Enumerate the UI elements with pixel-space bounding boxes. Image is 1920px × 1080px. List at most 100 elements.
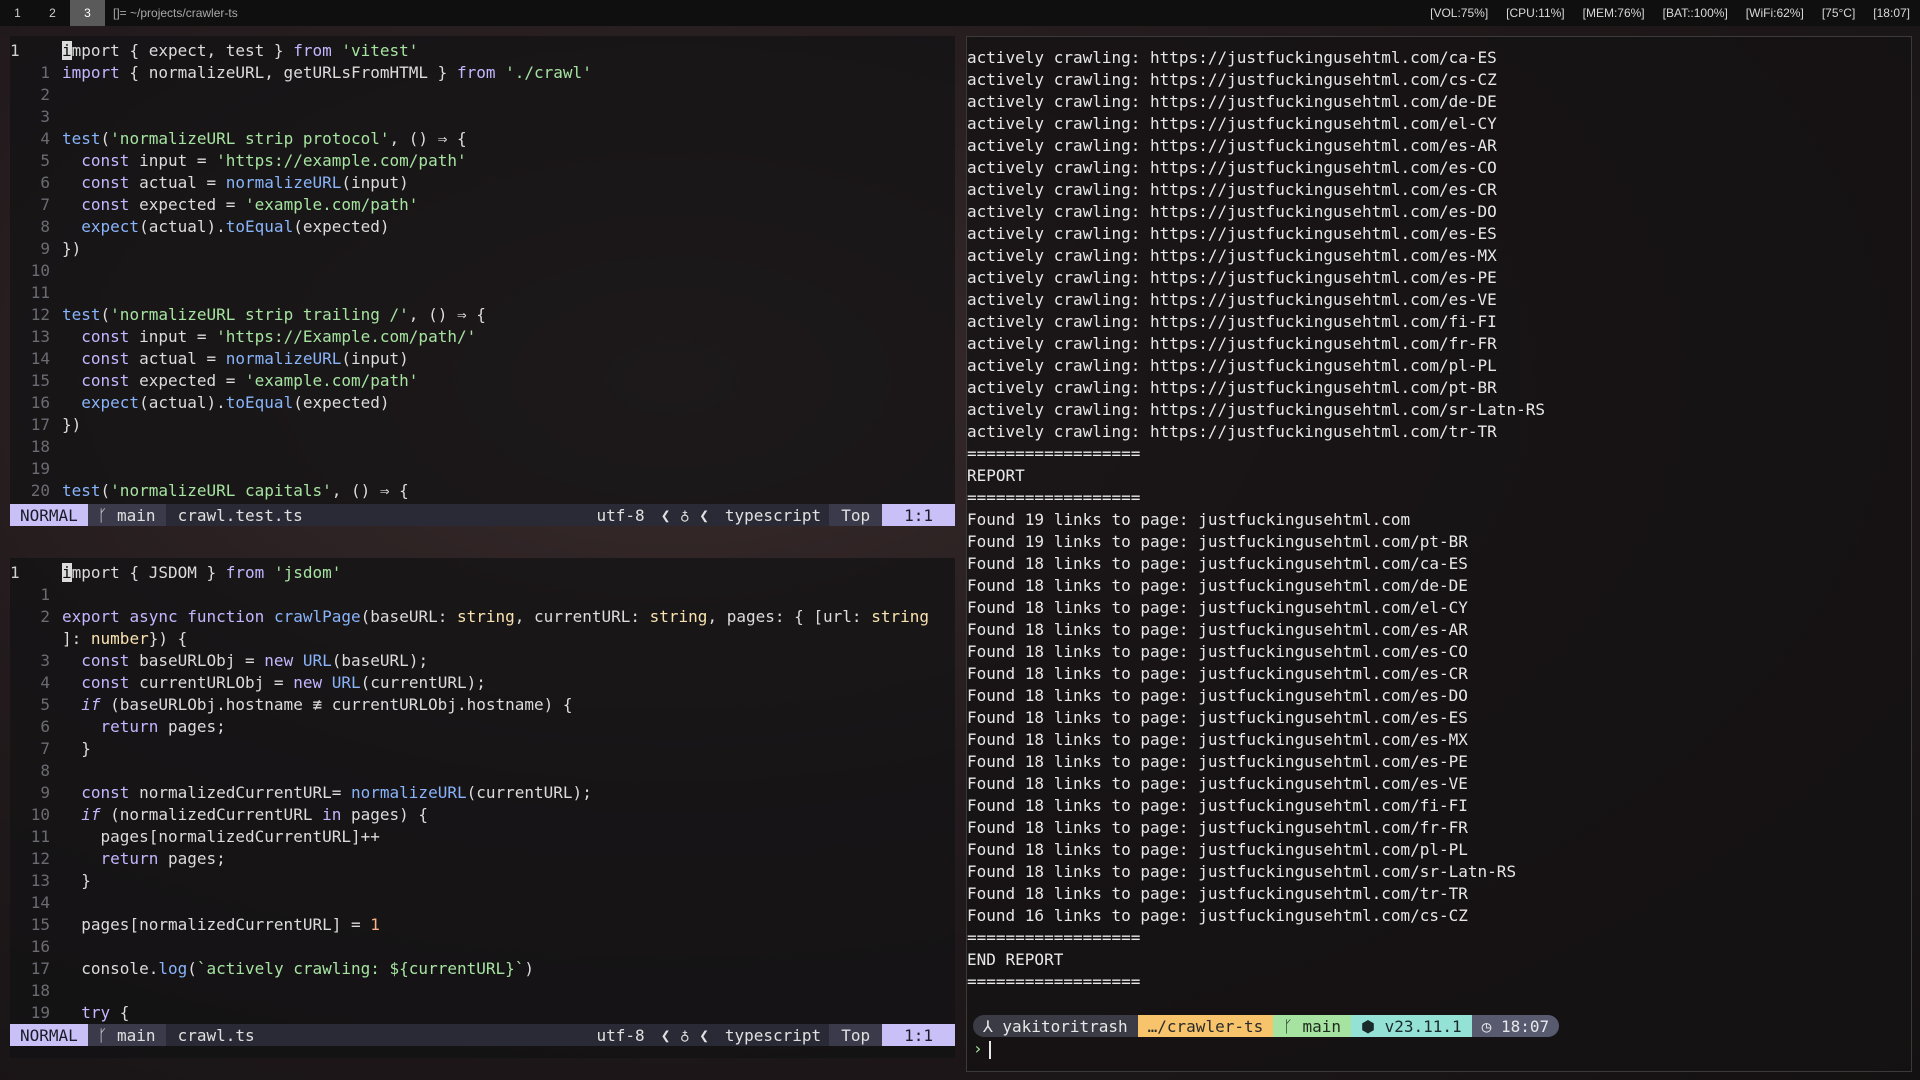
code-line[interactable]: 10 [10, 260, 955, 282]
terminal-line: Found 18 links to page: justfuckinguseht… [967, 620, 1468, 639]
code-line[interactable]: 18 [10, 436, 955, 458]
node-version: v23.11.1 [1384, 1016, 1462, 1036]
code-line[interactable]: 1 import { normalizeURL, getURLsFromHTML … [10, 62, 955, 84]
line-number: 10 [30, 261, 50, 280]
code-line[interactable]: 12 test('normalizeURL strip trailing /', … [10, 304, 955, 326]
code-line[interactable]: 4 test('normalizeURL strip protocol', () … [10, 128, 955, 150]
code-line[interactable]: 16 [10, 936, 955, 958]
branch-icon: ᚴ [1283, 1016, 1303, 1036]
code-area[interactable]: 1 import { JSDOM } from 'jsdom' 1 2 export a… [10, 562, 955, 1024]
terminal-line: actively crawling: https://justfuckingus… [967, 400, 1545, 419]
code-line[interactable]: 2 [10, 84, 955, 106]
code-line[interactable]: 7 } [10, 738, 955, 760]
terminal-line: actively crawling: https://justfuckingus… [967, 92, 1497, 111]
terminal-line: Found 18 links to page: justfuckinguseht… [967, 686, 1468, 705]
code-text: } [62, 739, 91, 758]
code-line[interactable]: 11 [10, 282, 955, 304]
filetype: typescript [724, 1025, 822, 1045]
terminal-line: actively crawling: https://justfuckingus… [967, 158, 1497, 177]
cursor-position: 1:1 [882, 1024, 955, 1046]
code-line[interactable]: 6 const actual = normalizeURL(input) [10, 172, 955, 194]
code-line[interactable]: 15 pages[normalizedCurrentURL] = 1 [10, 914, 955, 936]
code-line[interactable]: 18 [10, 980, 955, 1002]
line-number: 1 [40, 585, 50, 604]
code-area[interactable]: 1 import { expect, test } from 'vitest' 1 i… [10, 40, 955, 502]
code-line[interactable]: 4 const currentURLObj = new URL(currentU… [10, 672, 955, 694]
workspace-2[interactable]: 2 [35, 0, 70, 26]
terminal-line: actively crawling: https://justfuckingus… [967, 378, 1497, 397]
code-line[interactable]: 9 const normalizedCurrentURL= normalizeU… [10, 782, 955, 804]
code-text: import { JSDOM } from 'jsdom' [62, 563, 342, 582]
scroll-indicator: Top [829, 504, 883, 526]
code-line[interactable]: 17 console.log(`actively crawling: ${cur… [10, 958, 955, 980]
editor-pane-test[interactable]: 1 import { expect, test } from 'vitest' 1 i… [10, 36, 955, 526]
code-text: return pages; [100, 717, 226, 736]
code-text: const normalizedCurrentURL= normalizeURL… [81, 783, 592, 802]
code-line[interactable]: 19 [10, 458, 955, 480]
code-text: console.log(`actively crawling: ${curren… [62, 959, 535, 978]
code-line[interactable]: 17}) [10, 414, 955, 436]
code-line[interactable]: 20 test('normalizeURL capitals', () ⇒ { [10, 480, 955, 502]
code-line[interactable]: 7 const expected = 'example.com/path' [10, 194, 955, 216]
code-line[interactable]: 5 const input = 'https://example.com/pat… [10, 150, 955, 172]
line-number: 14 [30, 893, 50, 912]
code-line[interactable]: 14 [10, 892, 955, 914]
line-number: 8 [40, 217, 50, 236]
code-line[interactable]: 5 if (baseURLObj.hostname ≢ currentURLOb… [10, 694, 955, 716]
code-text: const baseURLObj = new URL(baseURL); [81, 651, 429, 670]
code-line[interactable]: 13 const input = 'https://Example.com/pa… [10, 326, 955, 348]
code-text: import { expect, test } from 'vitest' [62, 41, 419, 60]
line-number: 12 [30, 305, 50, 324]
code-line[interactable]: 14 const actual = normalizeURL(input) [10, 348, 955, 370]
code-line[interactable]: 1 [10, 584, 955, 606]
code-line[interactable]: 3 const baseURLObj = new URL(baseURL); [10, 650, 955, 672]
code-line[interactable]: 3 [10, 106, 955, 128]
code-text: test('normalizeURL strip trailing /', ()… [62, 305, 486, 324]
code-text: if (baseURLObj.hostname ≢ currentURLObj.… [81, 695, 573, 714]
terminal-line: actively crawling: https://justfuckingus… [967, 246, 1497, 265]
terminal-line: ================== [967, 928, 1141, 947]
code-line[interactable]: 13 } [10, 870, 955, 892]
code-text: const actual = normalizeURL(input) [81, 349, 409, 368]
code-line[interactable]: 6 return pages; [10, 716, 955, 738]
terminal-line: Found 18 links to page: justfuckinguseht… [967, 576, 1468, 595]
code-line[interactable]: 2 export async function crawlPage(baseURL… [10, 606, 955, 628]
code-line[interactable]: 8 expect(actual).toEqual(expected) [10, 216, 955, 238]
terminal-line: actively crawling: https://justfuckingus… [967, 224, 1497, 243]
editor-pane-crawl[interactable]: 1 import { JSDOM } from 'jsdom' 1 2 export a… [10, 558, 955, 1058]
code-line[interactable]: ]: number}) { [10, 628, 955, 650]
code-line[interactable]: 10 if (normalizedCurrentURL in pages) { [10, 804, 955, 826]
line-number: 13 [30, 871, 50, 890]
line-number: 8 [40, 761, 50, 780]
file-name: crawl.ts [177, 1025, 255, 1045]
terminal-line: actively crawling: https://justfuckingus… [967, 422, 1497, 441]
code-line[interactable]: 12 return pages; [10, 848, 955, 870]
line-number: 17 [30, 415, 50, 434]
terminal-line: Found 19 links to page: justfuckinguseht… [967, 510, 1411, 529]
code-line[interactable]: 8 [10, 760, 955, 782]
code-line[interactable]: 9}) [10, 238, 955, 260]
code-text: expect(actual).toEqual(expected) [81, 393, 390, 412]
line-number: 2 [40, 607, 50, 626]
workspace-1[interactable]: 1 [0, 0, 35, 26]
code-line[interactable]: 11 pages[normalizedCurrentURL]++ [10, 826, 955, 848]
code-line[interactable]: 1 import { JSDOM } from 'jsdom' [10, 562, 955, 584]
code-line[interactable]: 16 expect(actual).toEqual(expected) [10, 392, 955, 414]
terminal-pane[interactable]: actively crawling: https://justfuckingus… [966, 36, 1912, 1072]
command-input[interactable]: › [973, 1039, 991, 1059]
git-branch: ᚴ main [87, 504, 166, 526]
terminal-line: Found 18 links to page: justfuckinguseht… [967, 554, 1468, 573]
code-line[interactable]: 1 import { expect, test } from 'vitest' [10, 40, 955, 62]
terminal-line: ================== [967, 444, 1141, 463]
git-branch: ᚴ main [87, 1024, 166, 1046]
separator-icon: ❮ ♁ ❮ [660, 505, 709, 525]
code-line[interactable]: 19 try { [10, 1002, 955, 1024]
line-number: 3 [40, 651, 50, 670]
code-text: const expected = 'example.com/path' [81, 195, 419, 214]
line-number: 2 [40, 85, 50, 104]
branch-icon: ᚴ [97, 505, 118, 525]
workspace-3[interactable]: 3 [70, 0, 105, 26]
terminal-line: Found 18 links to page: justfuckinguseht… [967, 642, 1468, 661]
code-text: import { normalizeURL, getURLsFromHTML }… [62, 63, 592, 82]
code-line[interactable]: 15 const expected = 'example.com/path' [10, 370, 955, 392]
